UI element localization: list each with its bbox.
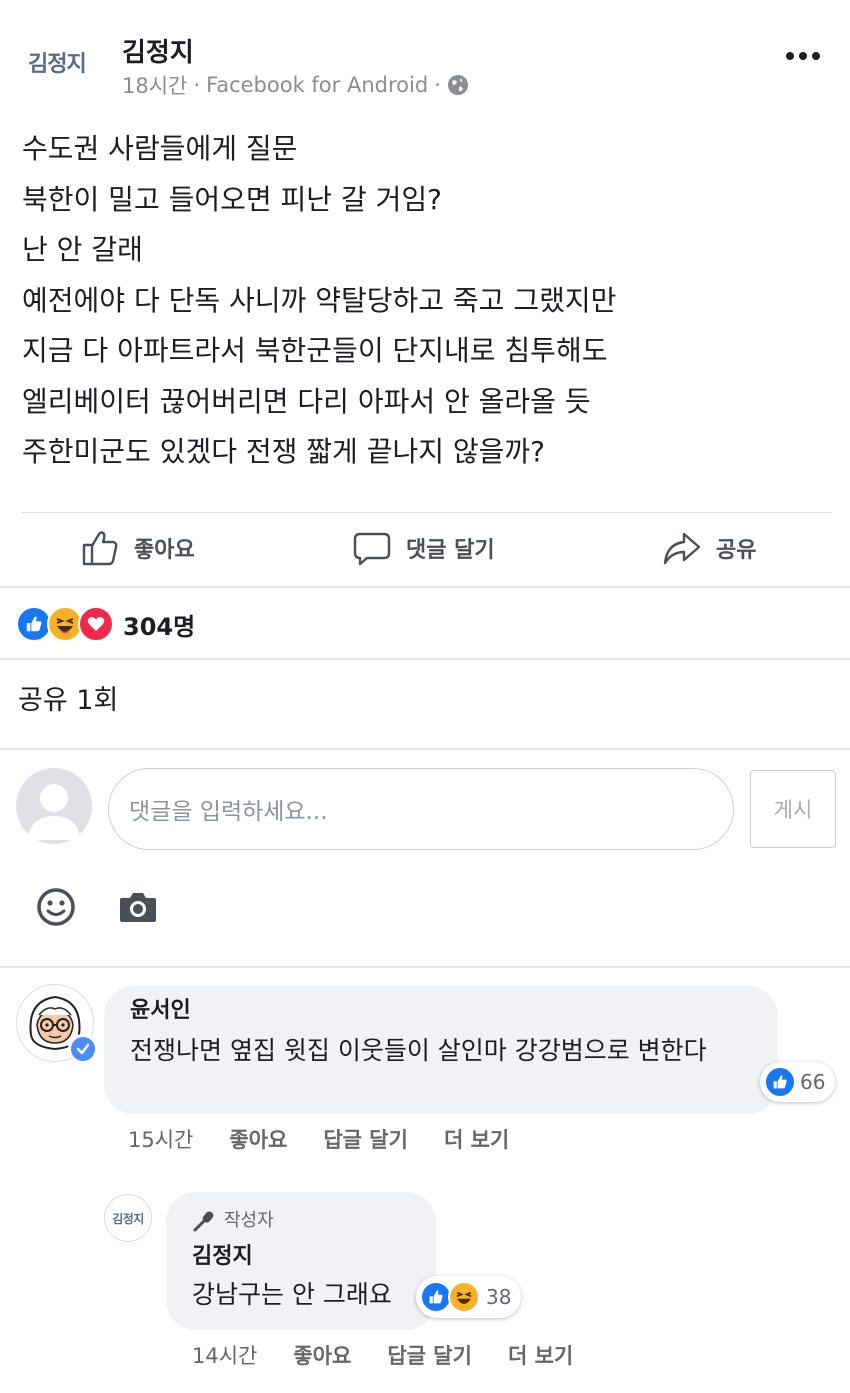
post-source: Facebook for Android	[206, 73, 429, 97]
comment-bubble: 윤서인 전쟁나면 옆집 윗집 이웃들이 살인마 강강범으로 변한다	[104, 986, 778, 1114]
comment-input[interactable]: 댓글을 입력하세요...	[108, 768, 734, 850]
comment-like-button[interactable]: 좋아요	[229, 1124, 287, 1154]
post-line: 북한이 밀고 들어오면 피난 갈 거임?	[22, 182, 443, 216]
reply-reactions[interactable]: 38	[416, 1276, 522, 1318]
reply-reply-button[interactable]: 답글 달기	[387, 1340, 472, 1370]
post-comment-button[interactable]: 게시	[750, 770, 836, 848]
divider	[22, 512, 832, 513]
author-badge-label: 작성자	[224, 1210, 274, 1231]
user-avatar	[16, 768, 92, 844]
reaction-summary[interactable]: 304명	[16, 604, 195, 644]
share-count[interactable]: 공유 1회	[18, 678, 118, 717]
verified-badge-icon	[68, 1034, 98, 1064]
reply-author-name[interactable]: 김정지	[192, 1242, 410, 1272]
share-icon	[663, 532, 701, 565]
love-reaction-icon	[78, 606, 114, 642]
reply-bubble: 작성자 김정지 강남구는 안 그래요	[166, 1192, 436, 1330]
reply-text: 강남구는 안 그래요	[192, 1280, 392, 1309]
comment-reaction-count: 66	[800, 1070, 826, 1094]
divider	[0, 748, 850, 750]
reply-author-avatar[interactable]: 김정지	[104, 1194, 152, 1242]
reply-more-button[interactable]: 더 보기	[508, 1340, 573, 1370]
reaction-count: 304명	[123, 612, 196, 641]
post-text: 수도권 사람들에게 질문 북한이 밀고 들어오면 피난 갈 거임? 난 안 갈래…	[22, 124, 832, 478]
post-line: 수도권 사람들에게 질문	[22, 132, 298, 165]
comment-time[interactable]: 15시간	[128, 1124, 193, 1154]
comment-reply-button[interactable]: 답글 달기	[323, 1124, 408, 1154]
share-label: 공유	[716, 538, 757, 563]
divider	[0, 586, 850, 588]
comment-text: 전쟁나면 옆집 윗집 이웃들이 살인마 강강범으로 변한다	[130, 1036, 707, 1065]
haha-reaction-icon	[448, 1281, 480, 1313]
comment-label: 댓글 달기	[406, 538, 495, 563]
comment-button[interactable]: 댓글 달기	[352, 528, 495, 568]
post-time[interactable]: 18시간	[122, 70, 187, 100]
post-meta: 18시간 · Facebook for Android ·	[122, 70, 469, 100]
commenter-name[interactable]: 윤서인	[130, 996, 752, 1026]
like-reaction-icon	[764, 1066, 796, 1098]
like-label: 좋아요	[134, 538, 195, 563]
share-button[interactable]: 공유	[662, 528, 756, 568]
author-badge: 작성자	[192, 1208, 410, 1234]
globe-icon	[447, 75, 468, 95]
reply-meta: 14시간 좋아요 답글 달기 더 보기	[192, 1340, 609, 1370]
thumbs-up-icon	[82, 531, 118, 566]
divider	[0, 658, 850, 660]
meta-separator: ·	[193, 73, 201, 97]
author-avatar[interactable]: 김정지	[28, 46, 87, 78]
post-line: 지금 다 아파트라서 북한군들이 단지내로 침투해도	[22, 334, 608, 367]
post-action-bar: 좋아요 댓글 달기 공유	[0, 520, 850, 582]
divider	[0, 966, 850, 968]
reaction-icons	[16, 606, 114, 642]
post-line: 예전에야 다 단독 사니까 약탈당하고 죽고 그랬지만	[22, 283, 617, 317]
reply-reaction-count: 38	[486, 1285, 512, 1309]
meta-separator: ·	[434, 73, 441, 97]
emoji-icon[interactable]	[36, 887, 76, 927]
author-name[interactable]: 김정지	[122, 32, 194, 69]
post-header: 김정지 김정지 18시간 · Facebook for Android ·	[0, 0, 850, 110]
more-options-icon[interactable]	[786, 44, 826, 68]
post-line: 엘리베이터 끊어버리면 다리 아파서 안 올라올 듯	[22, 384, 591, 418]
reply-like-button[interactable]: 좋아요	[293, 1340, 351, 1370]
microphone-icon	[193, 1211, 214, 1232]
reply-time[interactable]: 14시간	[192, 1340, 257, 1370]
comment-more-button[interactable]: 더 보기	[444, 1124, 509, 1154]
post-line: 주한미군도 있겠다 전쟁 짧게 끝나지 않을까?	[22, 435, 546, 468]
camera-icon[interactable]	[118, 889, 158, 925]
post-line: 난 안 갈래	[22, 233, 143, 266]
like-button[interactable]: 좋아요	[80, 528, 195, 568]
comment-meta: 15시간 좋아요 답글 달기 더 보기	[128, 1124, 545, 1154]
comment-reactions[interactable]: 66	[760, 1062, 836, 1102]
comment-icon	[353, 532, 391, 566]
